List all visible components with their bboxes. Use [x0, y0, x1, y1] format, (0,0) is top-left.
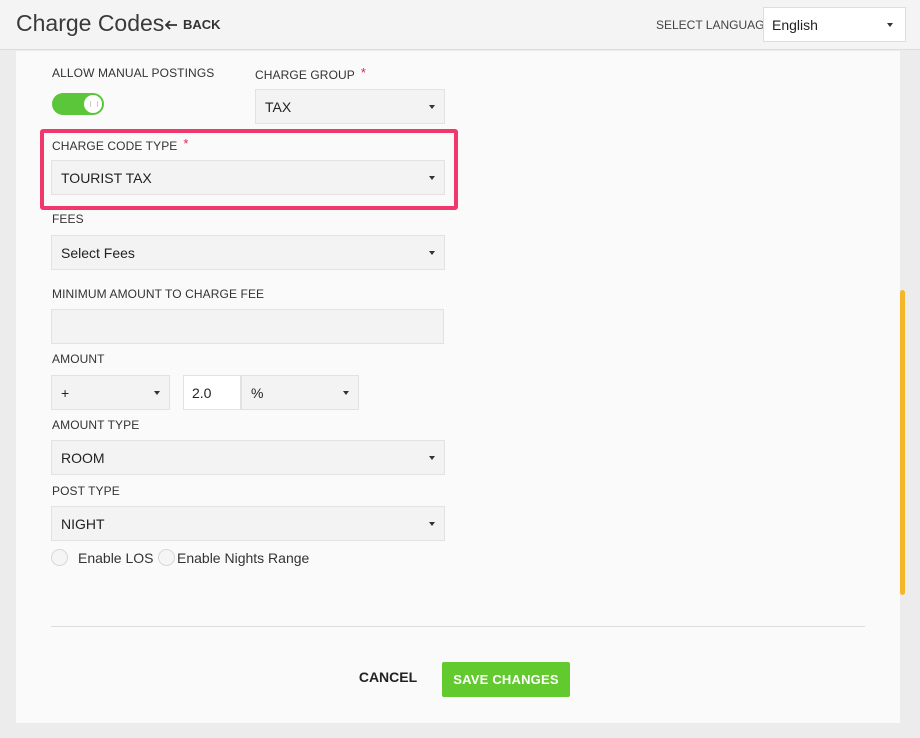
allow-manual-postings-toggle[interactable]	[52, 93, 104, 115]
chevron-down-icon	[154, 390, 160, 395]
divider	[51, 626, 865, 627]
post-type-value: NIGHT	[61, 516, 105, 532]
amount-value: 2.0	[192, 385, 212, 401]
chevron-down-icon	[887, 22, 893, 27]
enable-los-label: Enable LOS	[78, 549, 154, 566]
chevron-down-icon	[429, 250, 435, 255]
scrollbar[interactable]	[900, 290, 905, 595]
allow-manual-postings-label: ALLOW MANUAL POSTINGS	[52, 66, 215, 80]
charge-group-label: CHARGE GROUP *	[255, 65, 367, 82]
enable-nights-range-radio[interactable]: Enable Nights Range	[158, 549, 309, 566]
post-type-label: POST TYPE	[52, 484, 120, 498]
save-changes-button[interactable]: SAVE CHANGES	[442, 662, 570, 697]
fees-label: FEES	[52, 212, 84, 226]
charge-group-select[interactable]: TAX	[255, 89, 445, 124]
page-title: Charge Codes	[16, 10, 165, 36]
chevron-down-icon	[429, 175, 435, 180]
language-value: English	[772, 17, 818, 33]
charge-group-label-text: CHARGE GROUP	[255, 68, 355, 82]
fees-value: Select Fees	[61, 245, 135, 261]
required-mark: *	[360, 65, 367, 80]
language-select[interactable]: English	[763, 7, 906, 42]
chevron-down-icon	[343, 390, 349, 395]
radio-circle[interactable]	[51, 549, 68, 566]
required-mark: *	[183, 136, 189, 151]
toggle-knob	[84, 95, 102, 113]
amount-sign-select[interactable]: +	[51, 375, 170, 410]
amount-value-input[interactable]: 2.0	[183, 375, 241, 410]
cancel-button[interactable]: CANCEL	[352, 669, 424, 689]
radio-circle[interactable]	[158, 549, 175, 566]
charge-group-value: TAX	[265, 99, 292, 115]
chevron-down-icon	[429, 104, 435, 109]
charge-code-type-label: CHARGE CODE TYPE *	[52, 136, 189, 153]
amount-label: AMOUNT	[52, 352, 105, 366]
amount-unit-select[interactable]: %	[241, 375, 359, 410]
top-bar: Charge Codes BACK SELECT LANGUAGE Englis…	[0, 0, 920, 50]
amount-unit-value: %	[251, 385, 264, 401]
post-type-select[interactable]: NIGHT	[51, 506, 445, 541]
amount-type-label: AMOUNT TYPE	[52, 418, 140, 432]
minimum-amount-input[interactable]	[51, 309, 444, 344]
amount-type-select[interactable]: ROOM	[51, 440, 445, 475]
charge-code-type-value: TOURIST TAX	[61, 170, 152, 186]
enable-los-radio[interactable]: Enable LOS	[51, 549, 154, 566]
chevron-down-icon	[429, 455, 435, 460]
arrow-left-icon	[165, 19, 177, 30]
charge-code-type-select[interactable]: TOURIST TAX	[51, 160, 445, 195]
enable-nights-range-label: Enable Nights Range	[177, 549, 310, 566]
amount-type-value: ROOM	[61, 450, 105, 466]
fees-select[interactable]: Select Fees	[51, 235, 445, 270]
charge-code-type-label-text: CHARGE CODE TYPE	[52, 139, 178, 153]
minimum-amount-label: MINIMUM AMOUNT TO CHARGE FEE	[52, 287, 265, 301]
language-label: SELECT LANGUAGE	[656, 18, 773, 32]
back-label: BACK	[183, 17, 221, 32]
amount-sign-value: +	[61, 385, 70, 401]
back-button[interactable]: BACK	[165, 17, 221, 32]
chevron-down-icon	[429, 521, 435, 526]
